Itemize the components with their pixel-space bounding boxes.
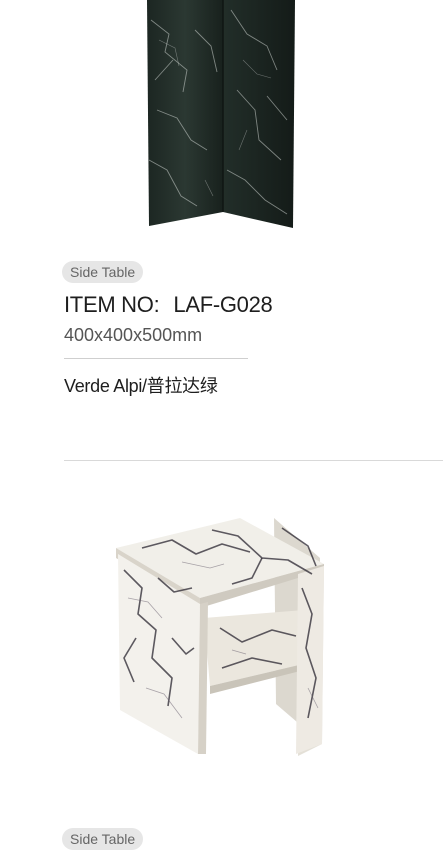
item-number-code: LAF-G028 — [173, 292, 273, 317]
product-material: Verde Alpi/普拉达绿 — [64, 376, 218, 396]
product-image-calacatta-viola[interactable] — [112, 518, 334, 758]
category-tag: Side Table — [62, 828, 144, 850]
divider — [64, 358, 248, 359]
category-tag: Side Table — [62, 261, 144, 283]
section-divider — [64, 460, 443, 461]
item-number-label: ITEM NO: — [64, 292, 160, 317]
product-dimensions: 400x400x500mm — [64, 325, 203, 345]
item-number: ITEM NO: LAF-G028 — [64, 292, 273, 318]
product-list-page: Side Table ITEM NO: LAF-G028 400x400x500m… — [0, 0, 443, 856]
product-image-verde-alpi[interactable] — [147, 0, 295, 230]
